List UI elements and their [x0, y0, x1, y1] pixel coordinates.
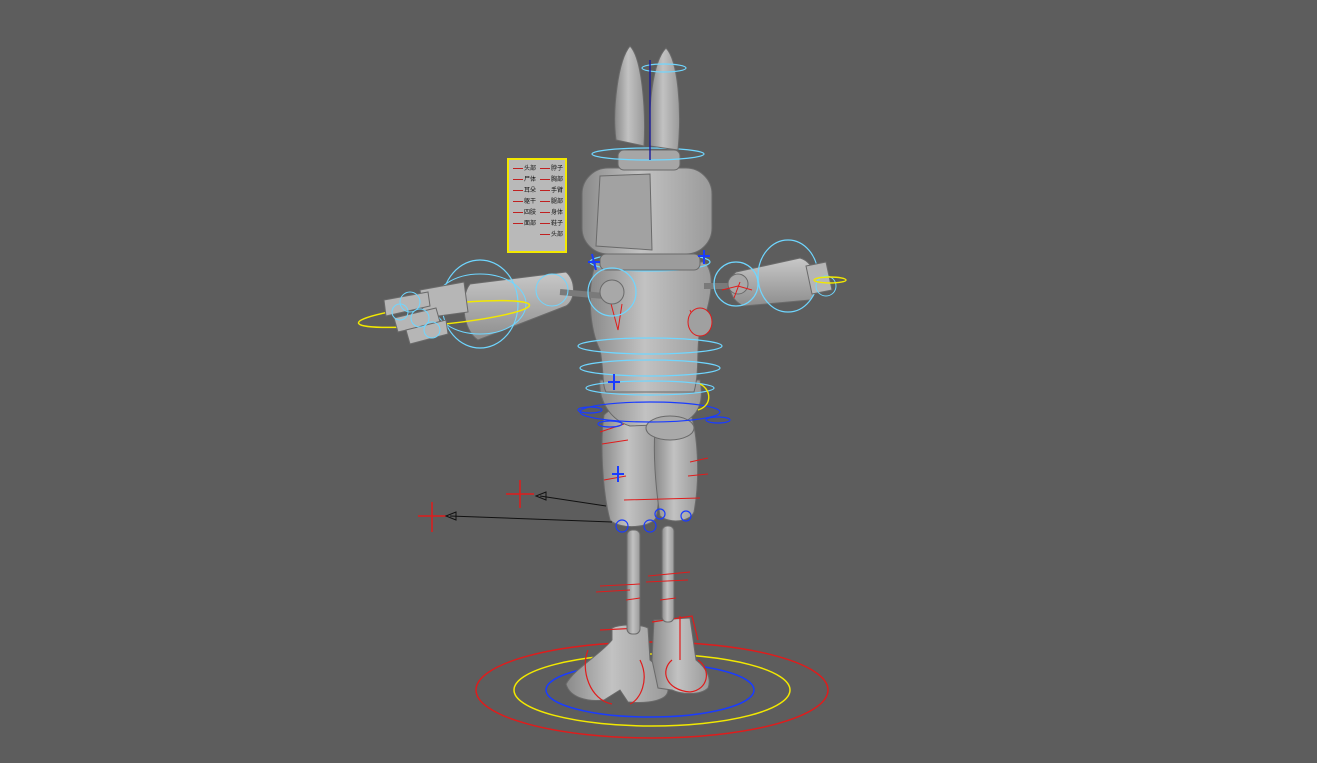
card-label: 耳朵: [524, 187, 537, 194]
card-label: 四肢: [524, 209, 537, 216]
card-row: 躯干: [513, 197, 536, 206]
attribute-card[interactable]: 头部 尸体 耳朵 躯干 四肢 面部 脖子 胸部 手臂 腿部 身体 鞋子 头部: [507, 158, 567, 253]
card-label: 胸部: [551, 176, 564, 183]
arm-right[interactable]: [704, 239, 847, 313]
ears[interactable]: [614, 45, 687, 160]
card-label: 尸体: [524, 176, 537, 183]
card-row: 身体: [540, 208, 563, 217]
card-row: 耳朵: [513, 186, 536, 195]
card-row: 鞋子: [540, 219, 563, 228]
attribute-card-left-column: 头部 尸体 耳朵 躯干 四肢 面部: [513, 164, 536, 249]
card-label: 鞋子: [551, 220, 564, 227]
card-row: 腿部: [540, 197, 563, 206]
card-label: 身体: [551, 209, 564, 216]
card-label: 头部: [551, 231, 564, 238]
card-label: 手臂: [551, 187, 564, 194]
right-foot[interactable]: [651, 615, 710, 694]
card-row: 面部: [513, 219, 536, 228]
card-label: 头部: [524, 165, 537, 172]
card-row: 胸部: [540, 175, 563, 184]
pole-vector-controls[interactable]: [418, 480, 613, 532]
lower-legs[interactable]: [595, 525, 691, 635]
card-row: 尸体: [513, 175, 536, 184]
scene-canvas[interactable]: [0, 0, 1317, 763]
card-row: 头部: [540, 230, 563, 239]
card-label: 腿部: [551, 198, 564, 205]
card-label: 脖子: [551, 165, 564, 172]
3d-viewport[interactable]: 头部 尸体 耳朵 躯干 四肢 面部 脖子 胸部 手臂 腿部 身体 鞋子 头部: [0, 0, 1317, 763]
card-row: 脖子: [540, 164, 563, 173]
card-row: 手臂: [540, 186, 563, 195]
card-row: 头部: [513, 164, 536, 173]
card-row: 四肢: [513, 208, 536, 217]
card-label: 躯干: [524, 198, 537, 205]
attribute-card-right-column: 脖子 胸部 手臂 腿部 身体 鞋子 头部: [540, 164, 563, 249]
head[interactable]: [581, 147, 713, 255]
card-label: 面部: [524, 220, 537, 227]
